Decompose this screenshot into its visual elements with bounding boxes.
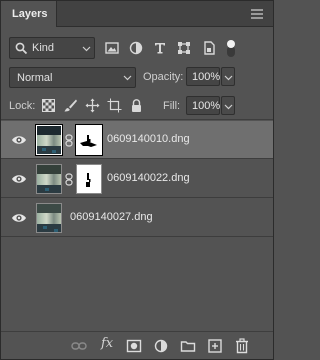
fill-value: 100% bbox=[192, 100, 221, 112]
layer-name[interactable]: 0609140027.dng bbox=[70, 211, 153, 223]
tab-layers-label: Layers bbox=[12, 8, 48, 20]
delete-layer-icon[interactable] bbox=[234, 338, 250, 354]
shape-filter-icon[interactable] bbox=[176, 40, 192, 56]
chevron-down-icon bbox=[224, 75, 233, 81]
fill-dropdown-button[interactable] bbox=[221, 96, 235, 115]
mask-link-icon[interactable] bbox=[65, 134, 73, 147]
adjustment-filter-icon[interactable] bbox=[128, 40, 144, 56]
layers-bottom-toolbar: fx bbox=[1, 331, 273, 359]
chevron-down-icon bbox=[82, 46, 91, 52]
layer-row[interactable]: 0609140010.dng bbox=[1, 121, 273, 159]
lock-transparent-pixels-icon[interactable] bbox=[41, 98, 56, 113]
eye-icon[interactable] bbox=[11, 173, 27, 185]
filter-toggle-icon[interactable] bbox=[226, 38, 236, 58]
layer-row[interactable]: 0609140027.dng bbox=[1, 199, 273, 237]
lock-position-icon[interactable] bbox=[85, 98, 100, 113]
layer-name[interactable]: 0609140022.dng bbox=[107, 172, 190, 184]
lock-artboard-icon[interactable] bbox=[107, 98, 122, 113]
layer-thumbnail[interactable] bbox=[36, 203, 62, 233]
new-layer-icon[interactable] bbox=[207, 338, 223, 354]
opacity-dropdown-button[interactable] bbox=[221, 67, 235, 86]
divider bbox=[1, 119, 273, 120]
fill-input[interactable]: 100% bbox=[186, 96, 220, 115]
lock-row: Lock: Fill: 100% bbox=[1, 96, 273, 118]
filter-kind-select[interactable]: Kind bbox=[9, 37, 95, 59]
opacity-value: 100% bbox=[192, 71, 221, 83]
mask-link-icon[interactable] bbox=[65, 173, 73, 186]
link-layers-icon[interactable] bbox=[71, 338, 87, 354]
layer-row[interactable]: 0609140022.dng bbox=[1, 160, 273, 198]
chevron-down-icon bbox=[224, 104, 233, 110]
adjustment-layer-icon[interactable] bbox=[153, 338, 169, 354]
opacity-label: Opacity: bbox=[143, 71, 184, 83]
layers-panel: Layers Kind Normal Opacity: 100% Lock: F… bbox=[0, 0, 274, 360]
blend-mode-label: Normal bbox=[17, 72, 53, 84]
layer-mask-thumbnail[interactable] bbox=[76, 164, 102, 194]
panel-tab-strip: Layers bbox=[1, 1, 273, 27]
eye-icon[interactable] bbox=[11, 212, 27, 224]
lock-label: Lock: bbox=[9, 100, 36, 112]
layer-thumbnail[interactable] bbox=[35, 124, 63, 156]
layer-mask-thumbnail[interactable] bbox=[75, 124, 103, 156]
smart-object-filter-icon[interactable] bbox=[201, 40, 217, 56]
filter-kind-label: Kind bbox=[32, 42, 55, 54]
layer-name[interactable]: 0609140010.dng bbox=[107, 133, 190, 145]
new-group-icon[interactable] bbox=[180, 338, 196, 354]
mask-shape-icon bbox=[86, 173, 91, 187]
layer-thumbnail[interactable] bbox=[36, 164, 62, 194]
chevron-down-icon bbox=[123, 75, 132, 81]
lock-image-pixels-icon[interactable] bbox=[63, 98, 78, 113]
search-icon bbox=[15, 42, 28, 55]
layer-style-icon[interactable]: fx bbox=[101, 336, 113, 351]
add-mask-icon[interactable] bbox=[126, 338, 142, 354]
filter-row: Kind bbox=[1, 37, 273, 61]
type-filter-icon[interactable] bbox=[152, 40, 168, 56]
lock-all-icon[interactable] bbox=[129, 98, 144, 113]
eye-icon[interactable] bbox=[11, 134, 27, 146]
blend-mode-select[interactable]: Normal bbox=[9, 67, 136, 88]
tab-layers[interactable]: Layers bbox=[1, 1, 57, 27]
mask-shape-icon bbox=[80, 135, 97, 147]
panel-menu-icon[interactable] bbox=[251, 9, 263, 19]
opacity-input[interactable]: 100% bbox=[186, 67, 220, 86]
fill-label: Fill: bbox=[163, 100, 181, 112]
pixel-filter-icon[interactable] bbox=[104, 40, 120, 56]
blend-row: Normal Opacity: 100% bbox=[1, 67, 273, 89]
